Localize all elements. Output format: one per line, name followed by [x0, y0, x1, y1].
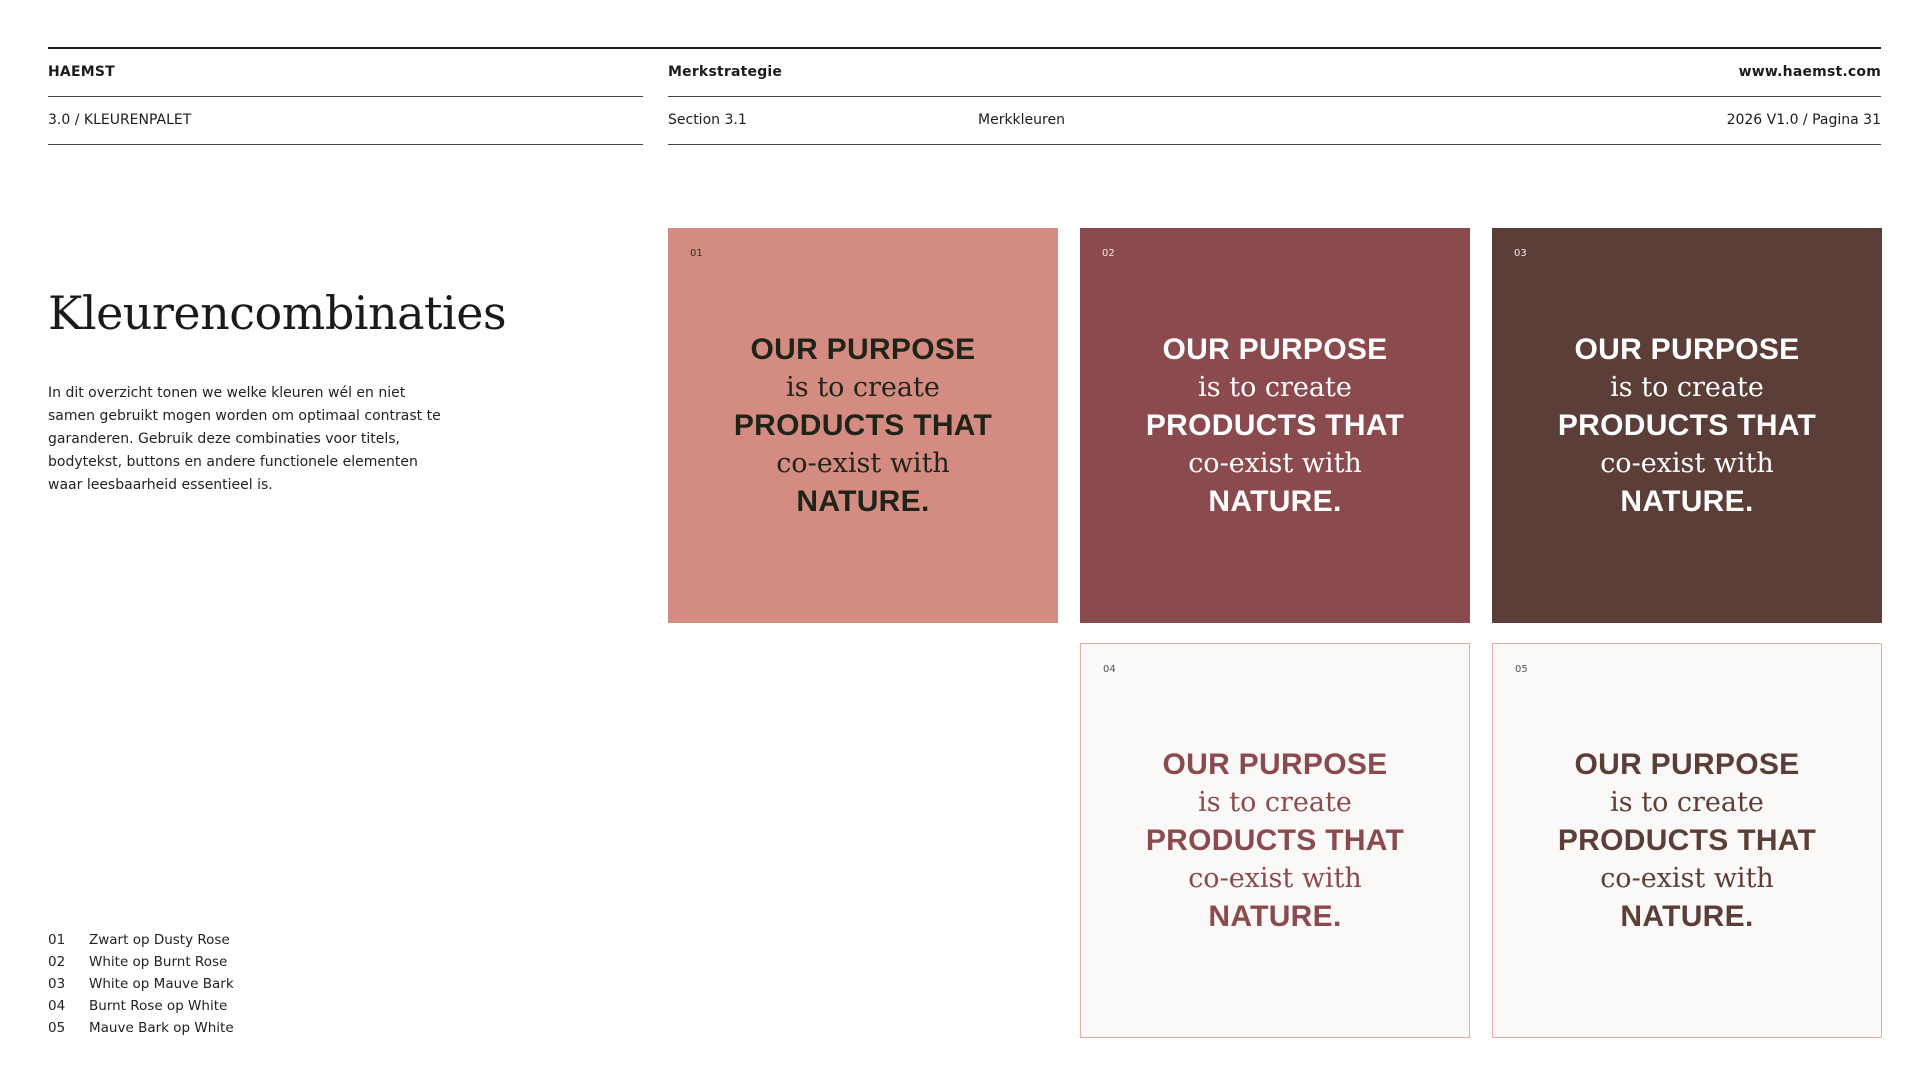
quote-line: is to create	[786, 371, 940, 403]
quote-line: PRODUCTS THAT	[1557, 408, 1817, 442]
header-divider	[668, 144, 1881, 145]
legend-label: Zwart op Dusty Rose	[89, 932, 230, 948]
document-title: Merkstrategie	[668, 64, 783, 80]
purpose-quote: OUR PURPOSE is to create PRODUCTS THAT c…	[1558, 746, 1816, 936]
quote-line: NATURE.	[1620, 899, 1754, 933]
intro-paragraph: In dit overzicht tonen we welke kleuren …	[48, 385, 441, 493]
legend-item: 03 White op Mauve Bark	[48, 973, 234, 995]
purpose-quote: OUR PURPOSE is to create PRODUCTS THAT c…	[734, 331, 992, 521]
page-info: 2026 V1.0 / Pagina 31	[1726, 112, 1881, 128]
card-number: 02	[1102, 248, 1115, 259]
quote-line: OUR PURPOSE	[1162, 332, 1388, 366]
purpose-quote: OUR PURPOSE is to create PRODUCTS THAT c…	[1558, 331, 1816, 521]
card-number: 05	[1515, 664, 1528, 675]
quote-line: NATURE.	[796, 484, 930, 518]
quote-line: NATURE.	[1208, 899, 1342, 933]
quote-line: co-exist with	[1188, 862, 1362, 894]
quote-line: PRODUCTS THAT	[1145, 408, 1405, 442]
purpose-quote: OUR PURPOSE is to create PRODUCTS THAT c…	[1146, 331, 1404, 521]
quote-line: is to create	[1610, 371, 1764, 403]
quote-line: OUR PURPOSE	[1162, 747, 1388, 781]
quote-line: OUR PURPOSE	[1574, 332, 1800, 366]
legend-number: 05	[48, 1020, 66, 1036]
color-combination-card-04: 04 OUR PURPOSE is to create PRODUCTS THA…	[1080, 643, 1470, 1038]
legend-label: White op Mauve Bark	[89, 976, 234, 992]
header-divider	[48, 144, 643, 145]
combination-legend: 01 Zwart op Dusty Rose 02 White op Burnt R…	[48, 929, 234, 1039]
quote-line: PRODUCTS THAT	[733, 408, 993, 442]
legend-item: 04 Burnt Rose op White	[48, 995, 234, 1017]
page-title: Kleurencombinaties	[48, 286, 507, 340]
card-number: 04	[1103, 664, 1116, 675]
quote-line: OUR PURPOSE	[750, 332, 976, 366]
section-path: 3.0 / KLEURENPALET	[48, 112, 192, 128]
quote-line: is to create	[1198, 786, 1352, 818]
color-combination-card-05: 05 OUR PURPOSE is to create PRODUCTS THA…	[1492, 643, 1882, 1038]
header-divider	[668, 96, 1881, 97]
legend-number: 02	[48, 954, 66, 970]
color-combination-card-02: 02 OUR PURPOSE is to create PRODUCTS THA…	[1080, 228, 1470, 623]
card-number: 01	[690, 248, 703, 259]
section-topic: Merkkleuren	[978, 112, 1065, 128]
quote-line: NATURE.	[1208, 484, 1342, 518]
color-combination-card-01: 01 OUR PURPOSE is to create PRODUCTS THA…	[668, 228, 1058, 623]
legend-item: 01 Zwart op Dusty Rose	[48, 929, 234, 951]
legend-item: 05 Mauve Bark op White	[48, 1017, 234, 1039]
legend-label: White op Burnt Rose	[89, 954, 228, 970]
quote-line: co-exist with	[1188, 447, 1362, 479]
color-combination-card-03: 03 OUR PURPOSE is to create PRODUCTS THA…	[1492, 228, 1882, 623]
header-top-rule	[48, 47, 1881, 49]
quote-line: co-exist with	[776, 447, 950, 479]
legend-number: 01	[48, 932, 66, 948]
section-number: Section 3.1	[668, 112, 747, 128]
legend-number: 03	[48, 976, 66, 992]
card-number: 03	[1514, 248, 1527, 259]
quote-line: co-exist with	[1600, 862, 1774, 894]
header-divider	[48, 96, 643, 97]
quote-line: NATURE.	[1620, 484, 1754, 518]
brand-name: HAEMST	[48, 64, 115, 80]
legend-label: Mauve Bark op White	[89, 1020, 234, 1036]
quote-line: co-exist with	[1600, 447, 1774, 479]
legend-item: 02 White op Burnt Rose	[48, 951, 234, 973]
quote-line: OUR PURPOSE	[1574, 747, 1800, 781]
quote-line: PRODUCTS THAT	[1557, 823, 1817, 857]
quote-line: PRODUCTS THAT	[1145, 823, 1405, 857]
legend-label: Burnt Rose op White	[89, 998, 228, 1014]
quote-line: is to create	[1610, 786, 1764, 818]
website-link[interactable]: www.haemst.com	[1739, 64, 1881, 80]
legend-number: 04	[48, 998, 66, 1014]
purpose-quote: OUR PURPOSE is to create PRODUCTS THAT c…	[1146, 746, 1404, 936]
quote-line: is to create	[1198, 371, 1352, 403]
